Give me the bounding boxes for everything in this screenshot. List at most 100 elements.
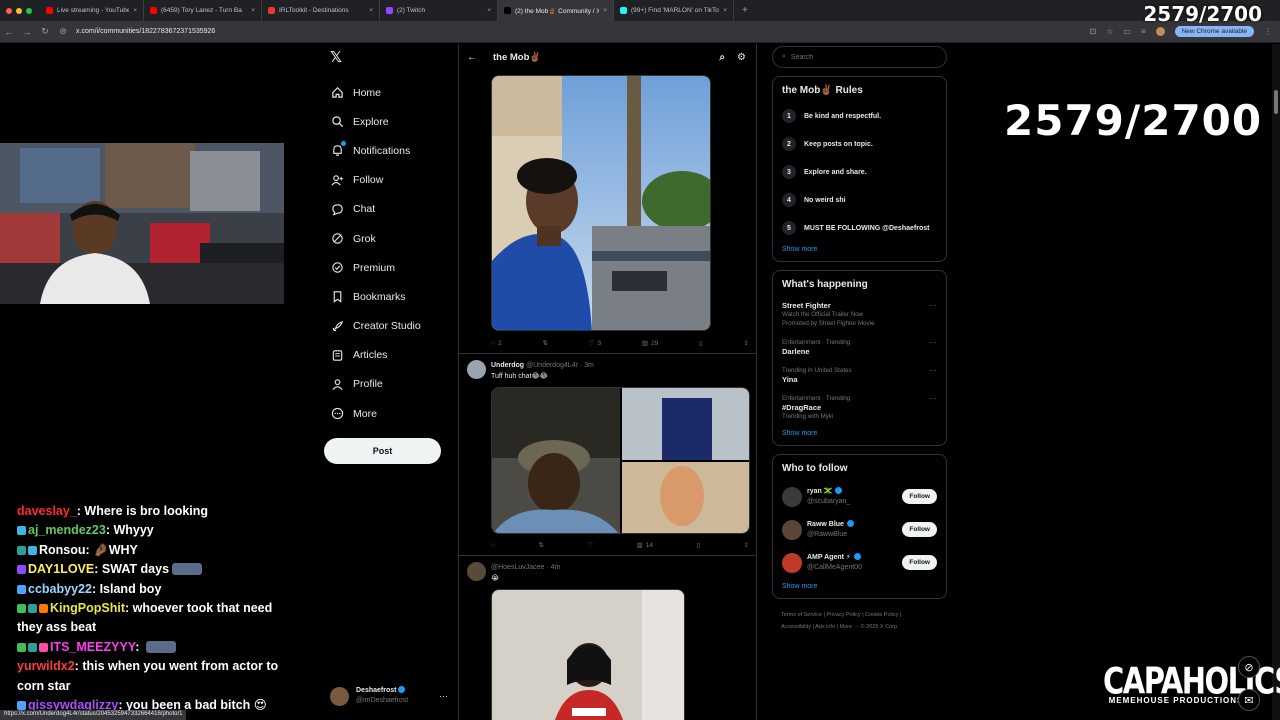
nav-item-bookmarks[interactable]: Bookmarks — [324, 282, 454, 311]
back-arrow-icon[interactable]: ← — [0, 27, 18, 37]
post-button[interactable]: Post — [324, 438, 441, 465]
new-tab-icon[interactable]: + — [734, 5, 756, 16]
tab-close-icon[interactable]: × — [369, 7, 373, 14]
nav-item-chat[interactable]: Chat — [324, 195, 454, 224]
community-rule[interactable]: 4 No weird shi — [782, 186, 937, 214]
bookmark-icon[interactable]: ▯ — [696, 541, 700, 549]
repost-button[interactable]: ⇅ — [538, 541, 543, 549]
avatar[interactable] — [467, 360, 486, 379]
profile-avatar[interactable] — [1155, 27, 1165, 36]
suggested-account[interactable]: AMP Agent ⚡ @CallMeAgent00 Follow — [782, 546, 937, 579]
chat-username[interactable]: aj_mendez23 — [28, 523, 106, 537]
nav-item-more[interactable]: More — [324, 399, 454, 428]
show-more-link[interactable]: Show more — [782, 246, 937, 253]
trend-item[interactable]: Trending in United States Yina ··· — [782, 361, 937, 389]
community-rule[interactable]: 1 Be kind and respectful. — [782, 102, 937, 130]
like-button[interactable]: ♡ — [587, 541, 593, 549]
reply-button[interactable]: ○ — [491, 541, 495, 549]
browser-tab[interactable]: (99+) Find 'MARLON' on TikTo × — [614, 0, 734, 21]
post-author-name[interactable]: Underdog — [491, 362, 524, 369]
nav-item-explore[interactable]: Explore — [324, 107, 454, 136]
trend-item[interactable]: Entertainment · Trending #DragRace Trendin… — [782, 389, 937, 426]
share-icon[interactable]: ⇪ — [744, 541, 749, 549]
views-button[interactable]: ▥ 29 — [642, 339, 658, 348]
show-more-link[interactable]: Show more — [782, 430, 937, 437]
trend-item[interactable]: Entertainment · Trending Darlene ··· — [782, 333, 937, 361]
show-more-link[interactable]: Show more — [782, 583, 937, 590]
grok-floating-icon[interactable]: ⊘ — [1238, 656, 1260, 678]
like-button[interactable]: ♡ 3 — [589, 339, 601, 348]
chrome-update-button[interactable]: New Chrome available — [1174, 26, 1254, 37]
follow-button[interactable]: Follow — [902, 522, 937, 537]
window-controls[interactable] — [0, 7, 40, 14]
post-image-grid[interactable] — [491, 387, 750, 534]
search-input[interactable]: ⌕ Search — [772, 46, 947, 68]
chat-username[interactable]: DAY1LOVE — [28, 562, 94, 576]
avatar[interactable] — [467, 562, 486, 581]
account-switcher[interactable]: Deshaefrost @imDeshaefrost ··· — [330, 686, 448, 706]
gear-icon[interactable]: ⚙ — [737, 52, 746, 63]
chat-username[interactable]: yurwildx2 — [17, 659, 75, 673]
trend-more-icon[interactable]: ··· — [929, 394, 937, 403]
maximize-window-icon[interactable] — [26, 7, 32, 14]
chat-username[interactable]: KingPopShit — [50, 601, 125, 615]
trend-more-icon[interactable]: ··· — [929, 338, 937, 347]
trend-more-icon[interactable]: ··· — [929, 301, 937, 310]
footer-links[interactable]: Terms of Service | Privacy Policy | Cook… — [772, 609, 947, 633]
menu-kebab-icon[interactable]: ⋮ — [1264, 27, 1272, 36]
extensions-icon[interactable]: ≡ — [1141, 27, 1146, 36]
site-info-icon[interactable]: ⊜ — [54, 26, 72, 37]
browser-tab[interactable]: IRLToolkit - Destinations × — [262, 0, 380, 21]
url-field[interactable]: x.com/i/communities/1822783672371535926 — [76, 28, 215, 35]
trend-more-icon[interactable]: ··· — [929, 366, 937, 375]
tab-close-icon[interactable]: × — [487, 7, 491, 14]
reply-button[interactable]: ○ 2 — [491, 339, 502, 347]
messages-floating-icon[interactable]: ✉ — [1238, 689, 1260, 711]
footer-line[interactable]: Terms of Service | Privacy Policy | Cook… — [781, 609, 938, 621]
scrollbar[interactable] — [1272, 44, 1280, 720]
avatar[interactable] — [782, 519, 802, 540]
nav-item-profile[interactable]: Profile — [324, 370, 454, 399]
browser-tab[interactable]: (2) the Mob✌🏾 Community / X × — [498, 0, 614, 21]
suggested-account[interactable]: Raww Blue @RawwBlue Follow — [782, 513, 937, 546]
sidepanel-icon[interactable]: ▭ — [1123, 27, 1131, 36]
install-icon[interactable]: ⊡ — [1090, 27, 1097, 36]
browser-tab[interactable]: (2) Twitch × — [380, 0, 498, 21]
nav-item-premium[interactable]: Premium — [324, 253, 454, 282]
avatar[interactable] — [782, 552, 802, 573]
views-button[interactable]: ▥ 14 — [637, 541, 653, 550]
chat-username[interactable]: Ronsou — [39, 543, 86, 557]
post-image[interactable] — [491, 75, 711, 331]
tab-close-icon[interactable]: × — [723, 7, 727, 14]
minimize-window-icon[interactable] — [16, 7, 22, 14]
nav-item-follow[interactable]: Follow — [324, 166, 454, 195]
back-arrow-icon[interactable]: ← — [467, 52, 477, 63]
avatar[interactable] — [782, 486, 802, 507]
bookmark-icon[interactable]: ▯ — [699, 339, 703, 347]
community-rule[interactable]: 3 Explore and share. — [782, 158, 937, 186]
footer-line[interactable]: Accessibility | Ads info | More ··· © 20… — [781, 621, 938, 633]
browser-tab[interactable]: (6459) Tory Lanez - Turn Ba × — [144, 0, 262, 21]
chat-username[interactable]: daveslay_ — [17, 504, 77, 518]
reload-icon[interactable]: ↻ — [36, 26, 54, 37]
tab-close-icon[interactable]: × — [133, 7, 137, 14]
community-rule[interactable]: 5 MUST BE FOLLOWING @Deshaefrost — [782, 214, 937, 242]
follow-button[interactable]: Follow — [902, 489, 937, 504]
nav-item-creator-studio[interactable]: Creator Studio — [324, 312, 454, 341]
repost-button[interactable]: ⇅ — [542, 339, 547, 347]
follow-button[interactable]: Follow — [902, 555, 937, 570]
post-image[interactable] — [491, 589, 685, 720]
nav-item-grok[interactable]: Grok — [324, 224, 454, 253]
x-logo-icon[interactable]: 𝕏 — [330, 50, 344, 65]
chat-username[interactable]: ccbabyy22 — [28, 582, 92, 596]
community-rule[interactable]: 2 Keep posts on topic. — [782, 130, 937, 158]
chat-username[interactable]: ITS_MEEZYYY — [50, 640, 135, 654]
scrollbar-thumb[interactable] — [1274, 90, 1278, 114]
star-icon[interactable]: ☆ — [1106, 27, 1113, 36]
browser-tab[interactable]: Live streaming - YouTube Stu× — [40, 0, 144, 21]
forward-arrow-icon[interactable]: → — [18, 27, 36, 37]
nav-item-articles[interactable]: Articles — [324, 341, 454, 370]
share-icon[interactable]: ⇪ — [744, 339, 749, 347]
search-icon[interactable]: ⌕ — [719, 52, 725, 63]
more-dots-icon[interactable]: ··· — [439, 691, 448, 701]
